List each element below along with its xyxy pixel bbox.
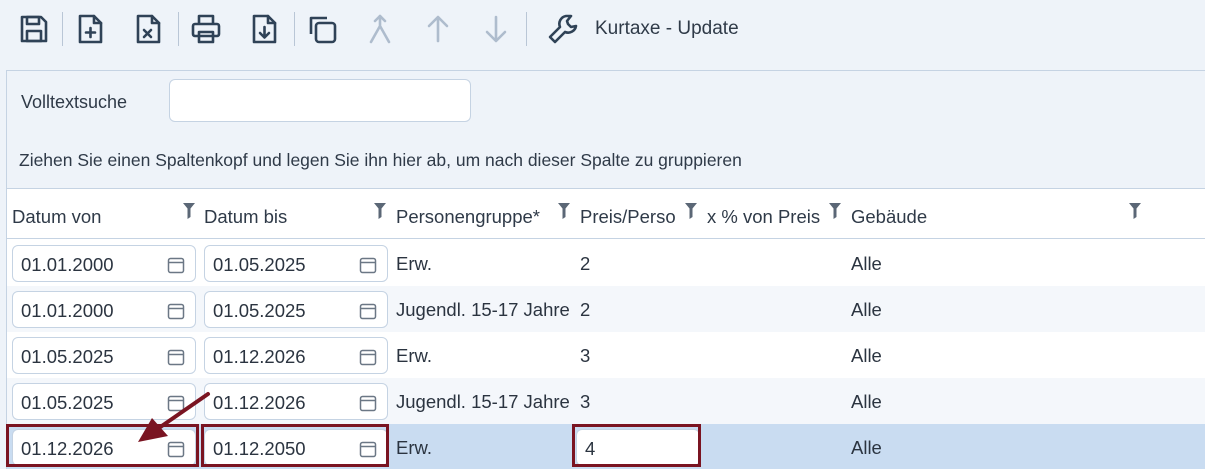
filter-icon[interactable] xyxy=(685,203,697,219)
search-label: Volltextsuche xyxy=(21,92,128,112)
column-header-gebaeude[interactable]: Gebäude xyxy=(851,206,927,228)
toolbar-separator xyxy=(526,12,527,46)
date-value: 01.05.2025 xyxy=(21,392,114,413)
datum-von-field[interactable]: 01.01.2000 xyxy=(12,245,196,282)
arrow-up-icon[interactable] xyxy=(420,11,456,47)
highlight-box-preis xyxy=(572,424,701,467)
column-header-prozent[interactable]: x % von Preis xyxy=(707,206,820,228)
column-header-datum-von[interactable]: Datum von xyxy=(12,206,101,228)
date-value: 01.01.2000 xyxy=(21,254,114,275)
merge-icon[interactable] xyxy=(362,11,398,47)
calendar-icon[interactable] xyxy=(359,302,377,320)
date-value: 01.01.2000 xyxy=(21,300,114,321)
highlight-box-datum-bis xyxy=(201,424,389,467)
datum-von-field[interactable]: 01.01.2000 xyxy=(12,291,196,328)
calendar-icon[interactable] xyxy=(167,302,185,320)
gebaeude-cell[interactable]: Alle xyxy=(851,345,882,367)
print-icon[interactable] xyxy=(188,11,224,47)
download-icon[interactable] xyxy=(246,11,282,47)
table-row[interactable]: 01.01.2000 01.05.2025 Erw. 2 Alle xyxy=(7,240,1205,286)
date-value: 01.05.2025 xyxy=(213,300,306,321)
calendar-icon[interactable] xyxy=(359,348,377,366)
annotation-arrow xyxy=(138,392,210,442)
datum-bis-field[interactable]: 01.12.2026 xyxy=(204,337,388,374)
date-value: 01.12.2026 xyxy=(213,346,306,367)
wrench-icon[interactable] xyxy=(545,11,581,47)
table-row[interactable]: 01.01.2000 01.05.2025 Jugendl. 15-17 Jah… xyxy=(7,286,1205,332)
gebaeude-cell[interactable]: Alle xyxy=(851,253,882,275)
column-header-personengruppe[interactable]: Personengruppe* xyxy=(396,206,540,228)
arrow-down-icon[interactable] xyxy=(478,11,514,47)
filter-icon[interactable] xyxy=(829,203,841,219)
toolbar-title: Kurtaxe - Update xyxy=(595,18,739,39)
preis-cell[interactable]: 2 xyxy=(580,253,590,275)
group-drop-hint: Ziehen Sie einen Spaltenkopf und legen S… xyxy=(19,150,742,170)
personengruppe-cell[interactable]: Erw. xyxy=(396,437,432,459)
date-value: 01.12.2026 xyxy=(213,392,306,413)
date-value: 01.05.2025 xyxy=(21,346,114,367)
search-input[interactable] xyxy=(169,79,471,122)
filter-icon[interactable] xyxy=(183,203,195,219)
preis-cell[interactable]: 2 xyxy=(580,299,590,321)
datum-bis-field[interactable]: 01.12.2026 xyxy=(204,383,388,420)
preis-cell[interactable]: 3 xyxy=(580,391,590,413)
gebaeude-cell[interactable]: Alle xyxy=(851,437,882,459)
filter-icon[interactable] xyxy=(1129,203,1141,219)
calendar-icon[interactable] xyxy=(167,348,185,366)
search-area: Volltextsuche Ziehen Sie einen Spaltenko… xyxy=(7,71,1205,189)
new-document-icon[interactable] xyxy=(72,11,108,47)
date-value: 01.05.2025 xyxy=(213,254,306,275)
personengruppe-cell[interactable]: Jugendl. 15-17 Jahre xyxy=(396,391,570,413)
personengruppe-cell[interactable]: Erw. xyxy=(396,345,432,367)
datum-bis-field[interactable]: 01.05.2025 xyxy=(204,245,388,282)
column-header-datum-bis[interactable]: Datum bis xyxy=(204,206,287,228)
toolbar-separator xyxy=(294,12,295,46)
calendar-icon[interactable] xyxy=(359,256,377,274)
table-row[interactable]: 01.05.2025 01.12.2026 Erw. 3 Alle xyxy=(7,332,1205,378)
gebaeude-cell[interactable]: Alle xyxy=(851,299,882,321)
save-icon[interactable] xyxy=(16,11,52,47)
filter-icon[interactable] xyxy=(374,203,386,219)
toolbar: Kurtaxe - Update xyxy=(0,0,1205,60)
copy-icon[interactable] xyxy=(304,11,340,47)
gebaeude-cell[interactable]: Alle xyxy=(851,391,882,413)
filter-icon[interactable] xyxy=(558,203,570,219)
calendar-icon[interactable] xyxy=(167,256,185,274)
toolbar-separator xyxy=(178,12,179,46)
grid-header: Datum von Datum bis Personengruppe* Prei… xyxy=(7,189,1205,239)
toolbar-separator xyxy=(62,12,63,46)
datum-von-field[interactable]: 01.05.2025 xyxy=(12,337,196,374)
personengruppe-cell[interactable]: Jugendl. 15-17 Jahre xyxy=(396,299,570,321)
datum-bis-field[interactable]: 01.05.2025 xyxy=(204,291,388,328)
preis-cell[interactable]: 3 xyxy=(580,345,590,367)
delete-document-icon[interactable] xyxy=(130,11,166,47)
personengruppe-cell[interactable]: Erw. xyxy=(396,253,432,275)
column-header-preis[interactable]: Preis/Perso xyxy=(580,206,676,228)
calendar-icon[interactable] xyxy=(359,394,377,412)
